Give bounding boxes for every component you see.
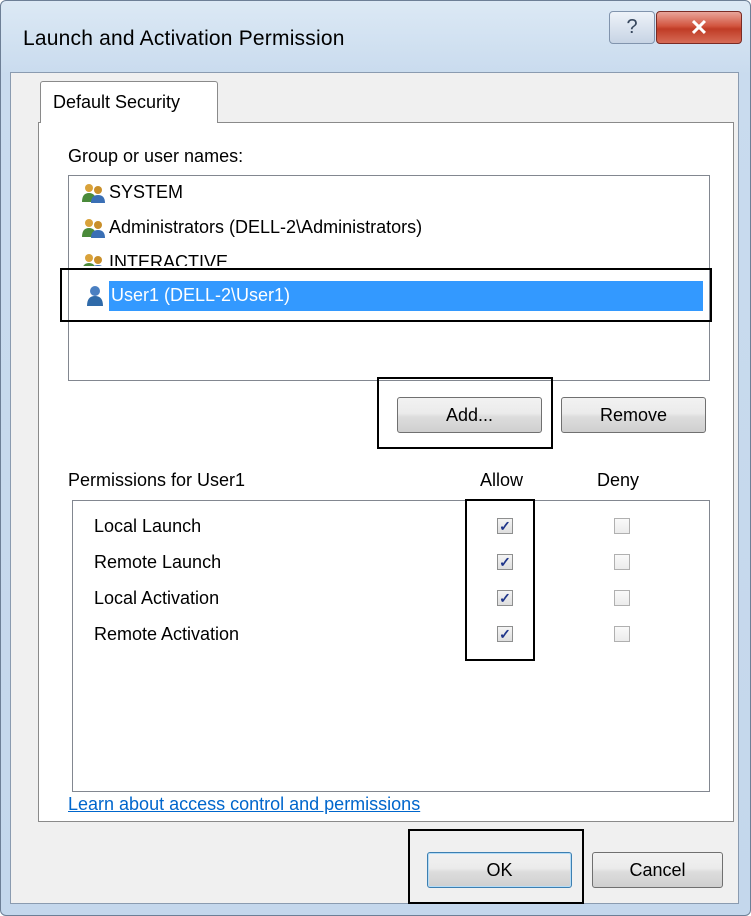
permissions-list [72, 500, 710, 792]
list-item-label: SYSTEM [109, 182, 184, 202]
highlight-frame-selected-user [60, 268, 712, 322]
remove-button-label: Remove [599, 404, 668, 425]
close-icon: ✕ [689, 14, 709, 40]
list-item[interactable]: INTERACTIVE [69, 248, 709, 266]
tab-label: Default Security [53, 92, 181, 112]
highlight-frame-ok-button [408, 829, 584, 904]
group-users-icon [83, 254, 103, 266]
help-button[interactable]: ? [609, 11, 655, 44]
cancel-button[interactable]: Cancel [592, 852, 723, 888]
title-bar[interactable]: Launch and Activation Permission ? ✕ [1, 1, 750, 73]
list-item[interactable]: Administrators (DELL-2\Administrators) [69, 213, 709, 243]
permission-name: Local Launch [94, 516, 202, 536]
highlight-frame-allow-checkboxes [465, 499, 535, 661]
group-users-icon [82, 219, 105, 238]
window-title: Launch and Activation Permission [23, 27, 345, 50]
deny-column-header: Deny [597, 470, 640, 490]
permission-name: Remote Launch [94, 552, 222, 572]
list-item-label: INTERACTIVE [109, 252, 229, 266]
group-users-icon [82, 184, 105, 203]
deny-checkbox-local-activation[interactable] [614, 590, 630, 606]
allow-column-header: Allow [480, 470, 524, 490]
deny-checkbox-local-launch[interactable] [614, 518, 630, 534]
permission-name: Remote Activation [94, 624, 240, 644]
group-names-label: Group or user names: [68, 146, 244, 166]
deny-checkbox-remote-launch[interactable] [614, 554, 630, 570]
deny-checkbox-remote-activation[interactable] [614, 626, 630, 642]
permissions-label: Permissions for User1 [68, 470, 246, 490]
access-control-help-link[interactable]: Learn about access control and permissio… [68, 794, 420, 815]
permission-name: Local Activation [94, 588, 220, 608]
list-item[interactable]: SYSTEM [69, 178, 709, 208]
tab-default-security[interactable]: Default Security [40, 81, 218, 123]
highlight-frame-add-button [377, 377, 553, 449]
cancel-button-label: Cancel [629, 859, 686, 880]
help-icon: ? [626, 16, 638, 38]
remove-button[interactable]: Remove [561, 397, 706, 433]
list-item-label: Administrators (DELL-2\Administrators) [109, 217, 423, 237]
close-button[interactable]: ✕ [656, 11, 742, 44]
